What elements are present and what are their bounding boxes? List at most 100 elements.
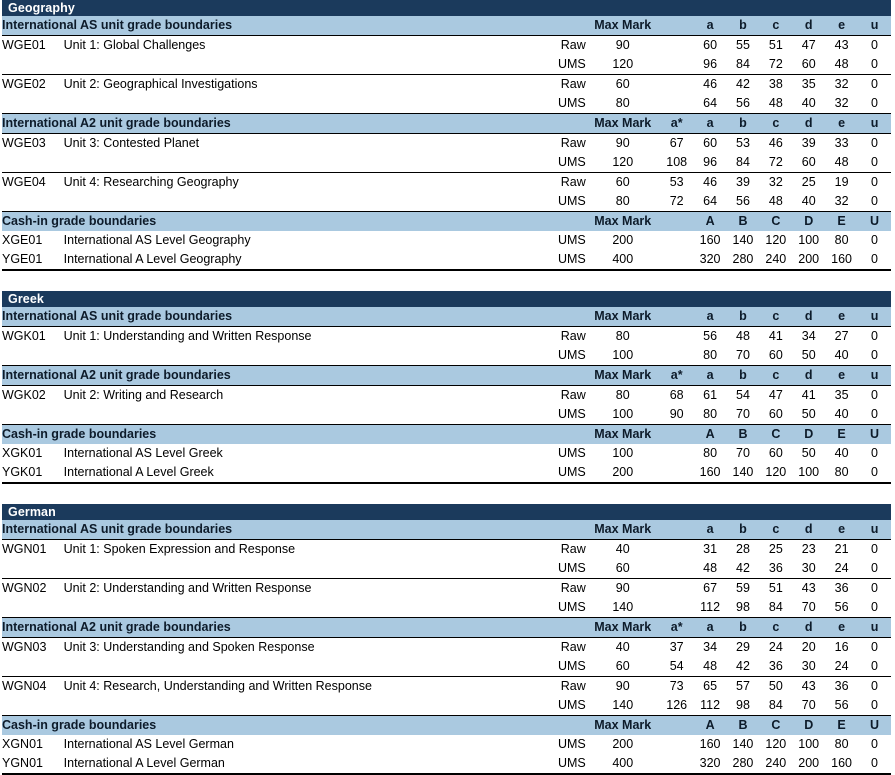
grade-value-spacer (659, 250, 694, 271)
grade-value: 100 (792, 463, 826, 484)
grade-value: 60 (693, 35, 727, 55)
mark-type: UMS (557, 96, 586, 110)
grade-value: 120 (765, 737, 787, 751)
max-mark-value: 80 (615, 96, 630, 110)
grade-value-spacer (660, 598, 694, 618)
grade-value: 16 (825, 637, 859, 657)
grade-value: 40 (834, 407, 849, 421)
grade-value-spacer (659, 326, 694, 346)
max-mark-header: Max Mark (585, 617, 660, 638)
grade-header-b: b (726, 16, 760, 36)
grade-header-b: b (726, 617, 760, 638)
mark-type: UMS (557, 446, 586, 460)
grade-value: 56 (736, 96, 750, 110)
cash-in-title: International A Level Geography (63, 250, 537, 271)
mark-type: UMS (557, 348, 586, 362)
grade-value: 0 (871, 600, 878, 614)
grade-header-spacer (659, 520, 694, 540)
cash-in-code: YGK01 (2, 463, 64, 484)
mark-type: Raw (536, 539, 586, 559)
unit-title: Unit 2: Understanding and Written Respon… (63, 578, 537, 598)
grade-value: 84 (736, 57, 750, 71)
table-row: UMS 140 112 98 84 70 56 0 (2, 598, 891, 618)
cash-in-title: International AS Level Geography (63, 233, 251, 247)
mark-type: UMS (557, 407, 586, 421)
section-header-row: Cash-in grade boundaries Max Mark A B C D E U (2, 424, 891, 444)
unit-title-empty (64, 559, 537, 579)
grade-value: 140 (732, 737, 754, 751)
mark-type: UMS (557, 155, 586, 169)
grade-value-spacer (660, 735, 694, 754)
max-mark-value: 90 (585, 676, 660, 696)
grade-value: 25 (759, 539, 793, 559)
grade-value: 0 (858, 250, 891, 271)
grade-header-d: d (792, 113, 826, 134)
mark-type: UMS (557, 57, 586, 71)
grade-value: 42 (736, 659, 750, 673)
cash-in-title: International A Level Greek (63, 463, 537, 484)
grade-value: 64 (703, 194, 718, 208)
cash-in-code: XGK01 (2, 446, 43, 460)
grade-value: 0 (871, 348, 878, 362)
unit-code: WGK02 (2, 385, 64, 405)
grade-value: 32 (759, 172, 793, 192)
grade-value: 98 (736, 698, 750, 712)
grade-value: 48 (834, 57, 849, 71)
grade-value: 40 (834, 446, 849, 460)
grade-value-spacer (659, 463, 694, 484)
grade-header-E: E (825, 715, 859, 735)
grade-value: 57 (726, 676, 760, 696)
max-mark-header: Max Mark (585, 520, 660, 540)
grade-header-d: d (792, 16, 826, 36)
max-mark-value: 60 (615, 659, 630, 673)
grade-value: 56 (834, 600, 849, 614)
grade-value: 40 (834, 348, 849, 362)
grade-value: 0 (858, 539, 891, 559)
max-mark-value: 90 (585, 578, 660, 598)
grade-value: 0 (871, 233, 878, 247)
grade-value: 30 (801, 659, 816, 673)
mark-type: UMS (557, 659, 586, 673)
table-row: WGE01 Unit 1: Global Challenges Raw 90 60 55 5… (2, 35, 891, 55)
grade-value: 0 (858, 578, 891, 598)
grade-value-a-star: 90 (669, 407, 684, 421)
unit-code-empty (2, 55, 64, 75)
grade-header-D: D (792, 211, 826, 231)
table-row: YGN01 International A Level German UMS 400 3… (2, 754, 891, 775)
grade-value: 30 (801, 561, 816, 575)
grade-value: 120 (759, 463, 793, 484)
table-row: YGE01 International A Level Geography UMS 4… (2, 250, 891, 271)
grade-value: 0 (871, 561, 878, 575)
grade-value: 0 (858, 463, 891, 484)
grade-value: 80 (703, 348, 718, 362)
unit-title: Unit 1: Spoken Expression and Response (63, 539, 537, 559)
grade-value: 19 (825, 172, 859, 192)
unit-title: Unit 2: Writing and Research (63, 385, 537, 405)
unit-code: WGE04 (2, 172, 64, 192)
unit-code-empty (2, 559, 64, 579)
table-row: WGN01 Unit 1: Spoken Expression and Respo… (2, 539, 891, 559)
grade-header-c: c (759, 16, 793, 36)
grade-value: 64 (703, 96, 718, 110)
grade-value: 48 (703, 659, 718, 673)
grade-value: 43 (792, 676, 826, 696)
table-row: WGN03 Unit 3: Understanding and Spoken Re… (2, 637, 891, 657)
grade-value: 100 (798, 737, 820, 751)
mark-type: Raw (536, 637, 586, 657)
grade-value: 0 (858, 385, 891, 405)
grade-value: 70 (736, 348, 750, 362)
grade-value: 31 (693, 539, 727, 559)
grade-value: 42 (726, 74, 760, 94)
max-mark-value: 90 (585, 133, 660, 153)
unit-title: Unit 3: Contested Planet (63, 133, 537, 153)
grade-boundary-sheet: Geography International AS unit grade bou… (0, 0, 895, 775)
section-header-label: Cash-in grade boundaries (2, 715, 586, 735)
mark-type: UMS (557, 737, 586, 751)
max-mark-value: 60 (585, 172, 660, 192)
grade-value-a-star: 73 (659, 676, 694, 696)
grade-value-spacer (660, 94, 694, 114)
grade-value: 240 (759, 250, 793, 271)
grade-value: 0 (871, 659, 878, 673)
grade-value: 36 (825, 578, 859, 598)
grade-value: 120 (765, 233, 787, 247)
